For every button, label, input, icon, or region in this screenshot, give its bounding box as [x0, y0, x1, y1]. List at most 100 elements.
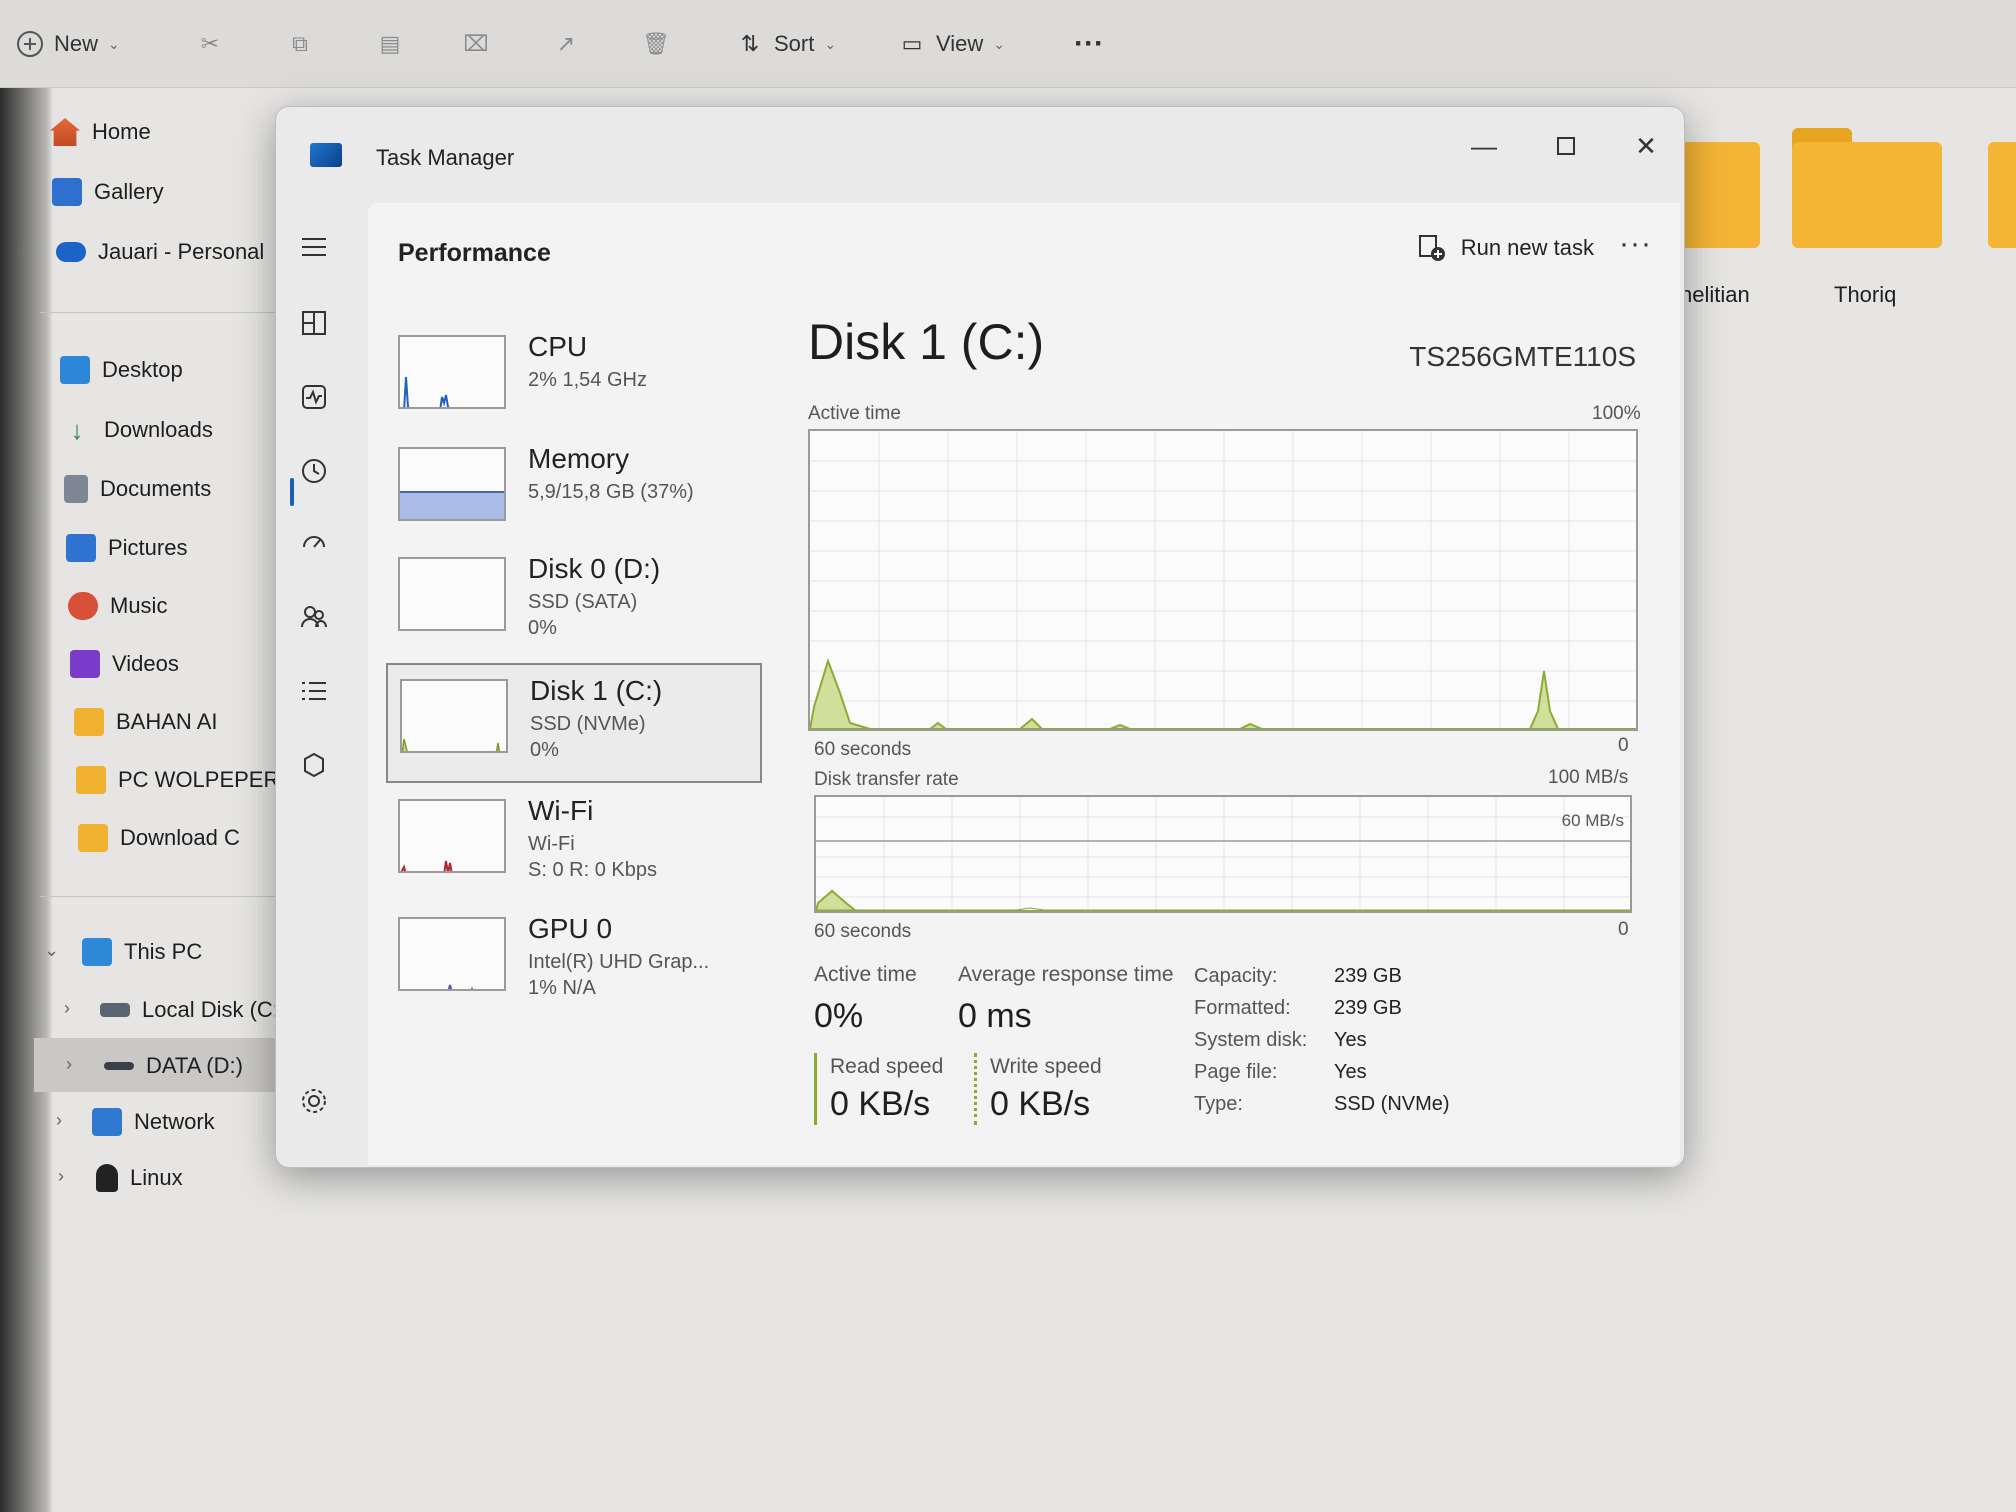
nav-divider [40, 896, 290, 897]
nav-label: Videos [112, 651, 179, 676]
copy-icon: ⧉ [292, 31, 308, 56]
app-history-tab-button[interactable] [294, 451, 334, 491]
startup-gauge-icon [303, 536, 325, 548]
nav-desktop[interactable]: Desktop [60, 350, 183, 390]
folder-item-thoriq[interactable] [1792, 128, 1942, 248]
chevron-right-icon[interactable]: › [58, 1166, 64, 1187]
perf-item-name: Wi-Fi [528, 795, 594, 826]
see-more-button[interactable]: ··· [1074, 26, 1104, 62]
share-icon: ↗ [556, 31, 576, 56]
chevron-right-icon[interactable]: › [66, 1054, 72, 1075]
nav-pc-wolpeper[interactable]: PC WOLPEPER [76, 760, 279, 800]
share-button[interactable]: ↗ [552, 26, 580, 62]
nav-linux[interactable]: Linux [96, 1158, 183, 1198]
nav-home[interactable]: Home [50, 112, 151, 152]
transfer-rate-graph-svg [816, 797, 1630, 911]
sort-button[interactable]: ⇅ Sort ⌄ [736, 26, 836, 62]
stat-active-time-value: 0% [814, 997, 864, 1035]
gallery-icon [52, 178, 82, 206]
hamburger-menu-button[interactable] [294, 227, 334, 267]
folder-icon [76, 766, 106, 794]
perf-item-cpu[interactable]: CPU 2% 1,54 GHz [386, 321, 762, 441]
chevron-right-icon[interactable]: › [16, 240, 22, 261]
copy-button[interactable]: ⧉ [286, 26, 314, 62]
monitor-icon [82, 938, 112, 966]
perf-item-disk1[interactable]: Disk 1 (C:) SSD (NVMe) 0% [386, 663, 762, 783]
nav-gallery[interactable]: Gallery [52, 172, 164, 212]
chevron-right-icon[interactable]: › [56, 1110, 62, 1131]
memory-thumbnail-graph [398, 447, 506, 521]
maximize-icon [1557, 137, 1575, 155]
run-task-icon [1418, 235, 1445, 261]
chevron-right-icon[interactable]: › [64, 998, 70, 1019]
nav-label: Documents [100, 476, 212, 501]
processes-tab-button[interactable] [294, 303, 334, 343]
services-puzzle-icon [304, 752, 324, 778]
nav-documents[interactable]: Documents [64, 469, 211, 509]
nav-pictures[interactable]: Pictures [66, 528, 187, 568]
gpu0-thumbnail-graph [398, 917, 506, 991]
active-time-graph-max: 100% [1592, 403, 1641, 424]
perf-item-memory[interactable]: Memory 5,9/15,8 GB (37%) [386, 433, 762, 553]
close-icon: ✕ [1635, 130, 1657, 161]
settings-button[interactable] [294, 1081, 334, 1121]
startup-apps-tab-button[interactable] [294, 523, 334, 563]
users-tab-button[interactable] [294, 597, 334, 637]
transfer-rate-graph-zero: 0 [1618, 919, 1629, 940]
pictures-icon [66, 534, 96, 562]
performance-tab-button[interactable] [294, 377, 334, 417]
download-arrow-icon: ↓ [70, 415, 84, 445]
nav-this-pc[interactable]: This PC [82, 932, 202, 972]
perf-item-gpu0[interactable]: GPU 0 Intel(R) UHD Grap... 1% N/A [386, 903, 762, 1023]
folder-label[interactable]: nelitian [1680, 282, 1750, 308]
perf-item-detail: 2% 1,54 GHz [528, 369, 647, 391]
disk0-thumbnail-graph [398, 557, 506, 631]
prop-page-file-value: Yes [1334, 1061, 1367, 1083]
rename-button[interactable]: ⌧ [462, 26, 490, 62]
prop-formatted-value: 239 GB [1334, 997, 1402, 1019]
minimize-button[interactable]: — [1454, 121, 1514, 171]
new-button[interactable]: New ⌄ [16, 26, 120, 62]
nav-network[interactable]: Network [92, 1102, 215, 1142]
close-button[interactable]: ✕ [1616, 121, 1676, 171]
perf-item-throughput: S: 0 R: 0 Kbps [528, 859, 657, 881]
nav-music[interactable]: Music [68, 586, 167, 626]
active-time-graph-zero: 0 [1618, 735, 1629, 756]
maximize-button[interactable] [1536, 121, 1596, 171]
perf-item-detail: SSD (NVMe) [530, 713, 646, 735]
prop-system-disk-value: Yes [1334, 1029, 1367, 1051]
nav-label: Downloads [104, 417, 213, 442]
perf-item-name: Memory [528, 443, 630, 474]
view-button[interactable]: ▭ View ⌄ [898, 26, 1005, 62]
nav-videos[interactable]: Videos [70, 644, 179, 684]
nav-local-disk-c[interactable]: Local Disk (C:) [100, 990, 286, 1030]
stat-avg-response-label: Average response time [958, 963, 1174, 986]
folder-item-partial[interactable] [1988, 128, 2016, 248]
nav-label: PC WOLPEPER [118, 767, 280, 792]
nav-downloads[interactable]: ↓ Downloads [62, 410, 213, 450]
nav-onedrive[interactable]: Jauari - Personal [56, 232, 264, 272]
nav-bahan-ai[interactable]: BAHAN AI [74, 702, 217, 742]
transfer-rate-graph: 60 MB/s [814, 795, 1632, 913]
delete-button[interactable]: 🗑 [642, 26, 670, 62]
wifi-thumbnail-graph [398, 799, 506, 873]
run-new-task-button[interactable]: Run new task [1417, 233, 1594, 263]
details-tab-button[interactable] [294, 671, 334, 711]
prop-type-value: SSD (NVMe) [1334, 1093, 1450, 1115]
perf-item-wifi[interactable]: Wi-Fi Wi-Fi S: 0 R: 0 Kbps [386, 785, 762, 905]
nav-data-d[interactable]: DATA (D:) [104, 1046, 243, 1086]
nav-download-c[interactable]: Download C [78, 818, 240, 858]
nav-label: Gallery [94, 179, 164, 204]
history-clock-icon [302, 459, 326, 483]
tm-sidebar [276, 197, 356, 1167]
perf-item-disk0[interactable]: Disk 0 (D:) SSD (SATA) 0% [386, 543, 762, 663]
active-time-graph-label: Active time [808, 403, 901, 424]
folder-label[interactable]: Thoriq [1834, 282, 1896, 308]
chevron-down-icon: ⌄ [108, 35, 120, 52]
services-tab-button[interactable] [294, 745, 334, 785]
sort-label: Sort [774, 31, 815, 56]
more-options-button[interactable]: ··· [1619, 227, 1652, 261]
cut-button[interactable]: ✂ [196, 26, 224, 62]
paste-button[interactable]: ▤ [376, 26, 404, 62]
chevron-down-icon[interactable]: ⌄ [44, 940, 59, 961]
